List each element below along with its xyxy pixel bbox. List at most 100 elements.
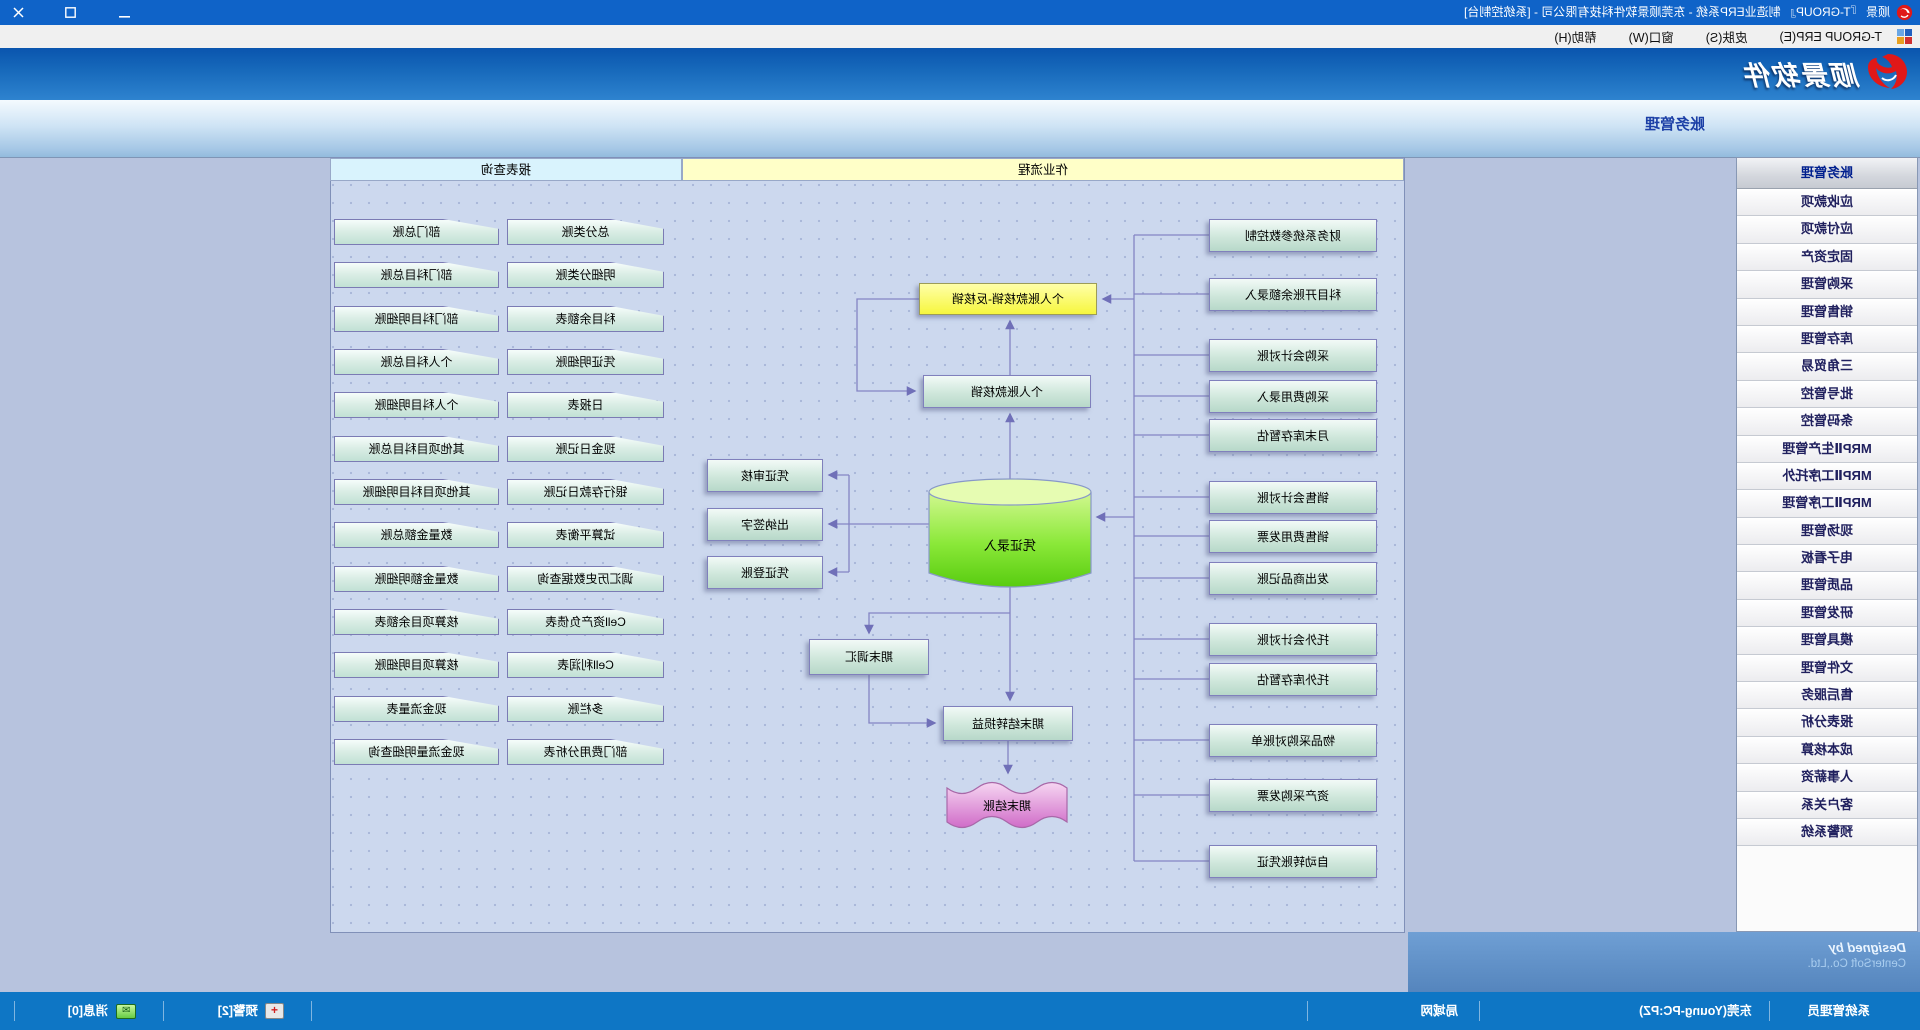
app-logo-icon (1896, 4, 1913, 21)
flow-node[interactable]: 采购费用录入 (1209, 380, 1377, 413)
flow-node[interactable]: 科目开账余额录入 (1209, 278, 1377, 311)
report-button[interactable]: 部门科目明细账 (334, 306, 499, 332)
flow-node[interactable]: 自动转账凭证 (1209, 845, 1377, 878)
divider (311, 1001, 312, 1021)
flow-node-settle-reverse[interactable]: 个人账款核销-反核销 (919, 283, 1097, 315)
sidebar-item[interactable]: 销售管理 (1737, 299, 1917, 326)
sidebar-item[interactable]: 文件管理 (1737, 655, 1917, 682)
sidebar-item[interactable]: 预警系统 (1737, 819, 1917, 846)
divider (163, 1001, 164, 1021)
minimize-button[interactable] (108, 0, 142, 25)
flow-node[interactable]: 销售费用发票 (1209, 520, 1377, 553)
sidebar-item[interactable]: 品质管理 (1737, 572, 1917, 599)
report-button[interactable]: 现金日记账 (507, 436, 664, 462)
flow-node-period-pl[interactable]: 期末结转损益 (943, 706, 1073, 741)
report-button[interactable]: Cell资产负债表 (507, 609, 664, 635)
sidebar-item[interactable]: 条码管控 (1737, 408, 1917, 435)
sidebar-item[interactable]: 客户关系 (1737, 792, 1917, 819)
sidebar-item[interactable]: 售后服务 (1737, 682, 1917, 709)
report-button[interactable]: 调汇历史数据查询 (507, 566, 664, 592)
sidebar-item[interactable]: 采购管理 (1737, 271, 1917, 298)
nav-bar: 顺景软件 我的主页全部模块系统管理我的单据 欢迎您，系统管理员 11月21日 退… (0, 48, 1920, 100)
flow-node[interactable]: 托外库存暂估 (1209, 663, 1377, 696)
sidebar-item[interactable]: 现场管理 (1737, 518, 1917, 545)
menu-item[interactable]: 窗口(W) (1625, 27, 1678, 46)
sidebar-item[interactable]: MRPⅡ工序托外 (1737, 463, 1917, 490)
menu-item[interactable]: 帮助(H) (1550, 27, 1600, 46)
sidebar-item[interactable]: MRPⅡ工序管理 (1737, 490, 1917, 517)
sidebar-item[interactable]: 固定资产 (1737, 244, 1917, 271)
brand-name: 顺景软件 (1744, 54, 1860, 93)
sidebar-items: 应收款项应付款项固定资产采购管理销售管理库存管理三角贸易批号管控条码管控MRPⅡ… (1737, 189, 1917, 846)
voucher-entry-label: 凭证录入 (984, 538, 1036, 553)
report-button[interactable]: 试算平衡表 (507, 522, 664, 548)
page-title: 账务管理 (1645, 100, 1705, 150)
report-button[interactable]: 现金流量表 (334, 696, 499, 722)
flow-node[interactable]: 采购会计对账 (1209, 339, 1377, 372)
accounting-form: 作业流程 报表查询 (330, 157, 1405, 933)
designed-by-text: Designed by (1408, 940, 1906, 955)
status-host: 东莞(Young-PC:PZ) (1639, 992, 1752, 1030)
divider (1769, 1001, 1770, 1021)
sidebar-item[interactable]: 研发管理 (1737, 600, 1917, 627)
report-button[interactable]: 数量金额明细账 (334, 566, 499, 592)
flow-node-settle[interactable]: 个人账款核销 (923, 375, 1091, 408)
flow-node[interactable]: 月末库存暂估 (1209, 419, 1377, 452)
message-envelope-icon[interactable]: ✉ (116, 1004, 136, 1019)
report-button[interactable]: 其他项目科目明细账 (334, 479, 499, 505)
menu-item[interactable]: 皮肤(S) (1702, 27, 1752, 46)
report-button[interactable]: 总分类账 (507, 219, 664, 245)
flow-node[interactable]: 资产采购发票 (1209, 779, 1377, 812)
report-button[interactable]: 数量金额总账 (334, 522, 499, 548)
flow-node-cashier-sign[interactable]: 出纳签字 (707, 508, 823, 541)
mirrored-screen: 顺景 『T-GROUP』 制造业ERP系统 - 东莞顺景软件科技有限公司 - [… (0, 0, 1920, 1030)
flow-node[interactable]: 财务系统参数控制 (1209, 219, 1377, 252)
status-alerts[interactable]: 预警[2] (218, 992, 258, 1030)
report-button[interactable]: 银行存款日记账 (507, 479, 664, 505)
sidebar-item[interactable]: 三角贸易 (1737, 353, 1917, 380)
menu-item[interactable]: T-GROUP ERP(E) (1775, 30, 1886, 44)
report-button[interactable]: 部门费用分析表 (507, 739, 664, 765)
sidebar-item[interactable]: 库存管理 (1737, 326, 1917, 353)
report-button[interactable]: 其他项目科目总账 (334, 436, 499, 462)
divider (14, 1001, 15, 1021)
sidebar-item[interactable]: MRPⅡ生产管理 (1737, 436, 1917, 463)
flow-node-post[interactable]: 凭证登账 (707, 556, 823, 589)
voucher-entry-cylinder[interactable]: 凭证录入 (929, 479, 1091, 587)
period-close-wave[interactable]: 期末结账 (947, 783, 1067, 828)
alert-icon[interactable]: + (265, 1003, 284, 1019)
flow-node-period-fx[interactable]: 期末调汇 (809, 639, 929, 675)
report-button[interactable]: Cell利润表 (507, 652, 664, 678)
status-messages[interactable]: 消息[0] (68, 992, 108, 1030)
maximize-button[interactable] (54, 0, 88, 25)
sidebar-item[interactable]: 批号管控 (1737, 381, 1917, 408)
sidebar-item[interactable]: 应付款项 (1737, 216, 1917, 243)
menu-items: T-GROUP ERP(E) 皮肤(S) 窗口(W) 帮助(H) (1550, 25, 1886, 48)
report-button[interactable]: 多栏账 (507, 696, 664, 722)
report-button[interactable]: 明细分类账 (507, 262, 664, 288)
sidebar-item[interactable]: 成本核算 (1737, 737, 1917, 764)
report-button[interactable]: 部门科目总账 (334, 262, 499, 288)
sidebar-item[interactable]: 应收款项 (1737, 189, 1917, 216)
sidebar-item[interactable]: 报表分析 (1737, 709, 1917, 736)
flow-node[interactable]: 托外会计对账 (1209, 623, 1377, 656)
sidebar-item[interactable]: 电子看板 (1737, 545, 1917, 572)
flow-node[interactable]: 物品采购对账单 (1209, 724, 1377, 757)
report-button[interactable]: 科目余额表 (507, 306, 664, 332)
skin-grid-icon[interactable] (1897, 29, 1912, 44)
sidebar-header-accounting[interactable]: 账务管理 (1737, 158, 1917, 189)
report-button[interactable]: 核算项目余额表 (334, 609, 499, 635)
report-button[interactable]: 个人科目总账 (334, 349, 499, 375)
report-button[interactable]: 日报表 (507, 392, 664, 418)
report-button[interactable]: 现金流量明细查询 (334, 739, 499, 765)
sidebar-item[interactable]: 人事薪资 (1737, 764, 1917, 791)
flow-node-audit[interactable]: 凭证审核 (707, 459, 823, 492)
sidebar-item[interactable]: 模具管理 (1737, 627, 1917, 654)
report-button[interactable]: 个人科目明细账 (334, 392, 499, 418)
flow-node[interactable]: 发出商品记账 (1209, 562, 1377, 595)
report-button[interactable]: 核算项目明细账 (334, 652, 499, 678)
close-button[interactable] (2, 0, 36, 25)
report-button[interactable]: 凭证明细账 (507, 349, 664, 375)
flow-node[interactable]: 销售会计对账 (1209, 481, 1377, 514)
report-button[interactable]: 部门总账 (334, 219, 499, 245)
